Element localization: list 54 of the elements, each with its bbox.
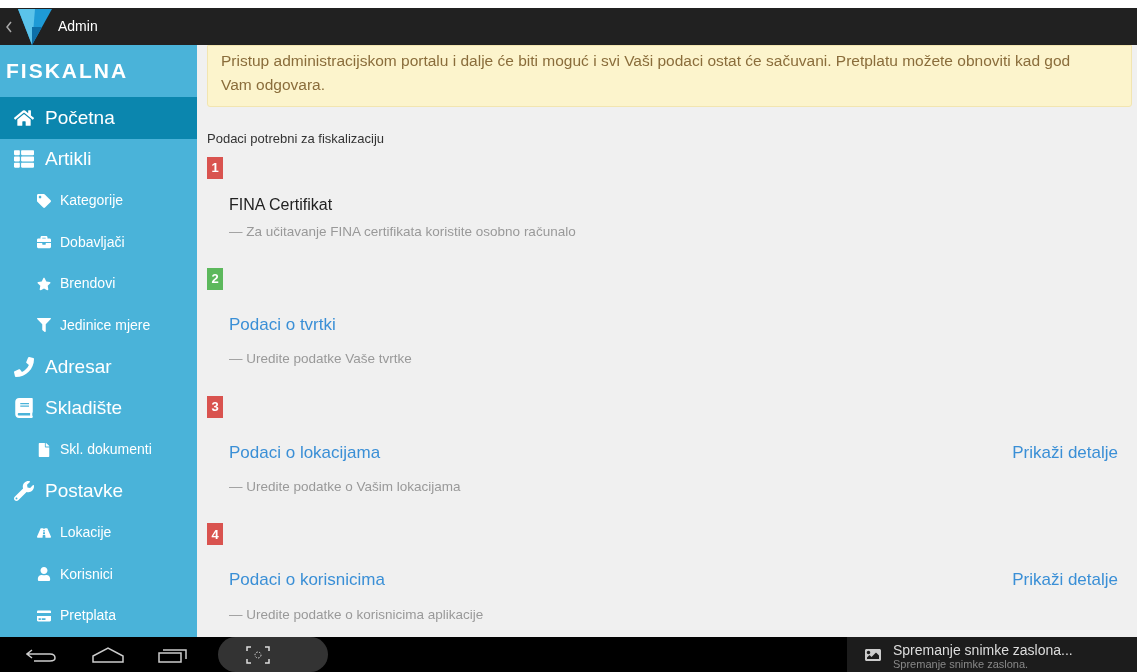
step-number-badge: 2	[207, 267, 223, 290]
home-icon[interactable]	[92, 646, 124, 663]
wrench-icon	[14, 481, 34, 502]
show-details-link[interactable]: Prikaži detalje	[1012, 439, 1118, 465]
phone-icon	[14, 356, 34, 377]
briefcase-icon	[37, 235, 51, 250]
tag-icon	[37, 193, 51, 208]
step-number-badge: 3	[207, 395, 223, 418]
image-icon	[865, 646, 881, 663]
sidebar-subitem[interactable]: Dobavljači	[0, 221, 197, 263]
brand-logo: FISKALNA	[6, 58, 129, 85]
funnel-icon	[37, 318, 51, 333]
notification-subtitle: Spremanje snimke zaslona.	[893, 657, 1030, 671]
back-icon[interactable]	[26, 647, 56, 662]
step-number-badge: 4	[207, 523, 223, 546]
notification-title: Spremanje snimke zaslona...	[893, 642, 1073, 657]
sidebar-item[interactable]: Skladište	[0, 387, 197, 429]
sidebar-item[interactable]: Postavke	[0, 470, 197, 512]
step-description: — Uredite podatke o korisnicima aplikacije	[228, 605, 485, 624]
book-icon	[14, 398, 34, 419]
step-description: — Za učitavanje FINA certifikata koristite osobno računalo	[228, 222, 577, 241]
show-details-link[interactable]: Prikaži detalje	[1012, 567, 1118, 593]
sidebar-subitem[interactable]: Skl. dokumenti	[0, 429, 197, 471]
step-description: — Uredite podatke Vaše tvrtke	[228, 350, 413, 369]
step-title: FINA Certifikat	[229, 194, 333, 215]
sidebar-subitem[interactable]: Kategorije	[0, 180, 197, 222]
star-icon	[37, 276, 51, 291]
screenshot-button[interactable]	[218, 637, 328, 672]
step-number-badge: 1	[207, 156, 223, 179]
sidebar-item[interactable]: Adresar	[0, 346, 197, 388]
sidebar-subitem[interactable]: Lokacije	[0, 512, 197, 554]
person-icon	[37, 567, 51, 582]
card-icon	[37, 608, 51, 623]
sidebar-subitem[interactable]: Korisnici	[0, 553, 197, 595]
app-logo-icon	[18, 8, 52, 45]
road-icon	[37, 525, 51, 540]
list-icon	[14, 149, 34, 170]
app-title: Admin	[58, 17, 98, 36]
step-title-link[interactable]: Podaci o tvrtki	[229, 311, 336, 338]
step-description: — Uredite podatke o Vašim lokacijama	[228, 478, 462, 496]
step-title-link[interactable]: Podaci o lokacijama	[229, 439, 381, 465]
file-icon	[37, 442, 51, 457]
step-title-link[interactable]: Podaci o korisnicima	[229, 567, 385, 593]
house-icon	[14, 107, 34, 128]
recent-apps-icon[interactable]	[158, 646, 188, 663]
screenshot-icon	[246, 645, 270, 664]
sidebar-subitem[interactable]: Jedinice mjere	[0, 304, 197, 346]
sidebar-item[interactable]: Artikli	[0, 138, 197, 180]
sidebar-subitem[interactable]: Brendovi	[0, 263, 197, 305]
sidebar-item[interactable]: Početna	[0, 97, 197, 139]
sidebar-subitem[interactable]: Pretplata	[0, 595, 197, 637]
back-chevron-icon	[6, 20, 12, 33]
section-title: Podaci potrebni za fiskalizaciju	[207, 130, 386, 148]
notice-banner: Pristup administracijskom portalu i dalje će biti moguć i svi Vaši podaci ostat će sačuvani. Pretplatu možete obnoviti kad god Vam odgovara.	[207, 45, 1132, 107]
